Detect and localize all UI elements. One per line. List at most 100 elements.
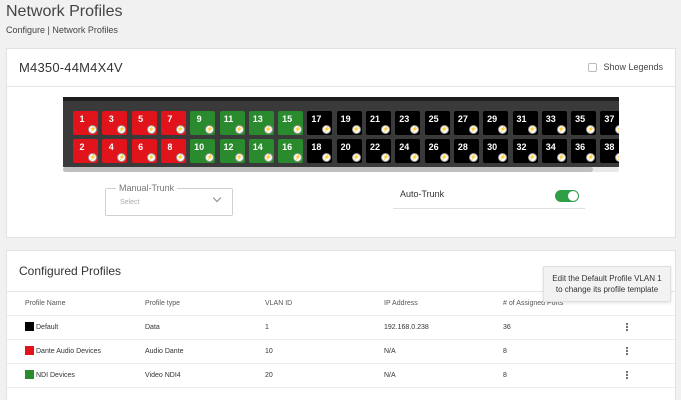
switch-card: M4350-44M4X4V Show Legends 1 ⚡ 3 ⚡ 5 ⚡ 7 ⚡ 9 ⚡ 11 ⚡… bbox=[6, 48, 676, 238]
chevron-down-icon bbox=[212, 193, 222, 203]
switch-port[interactable]: 10 ⚡ bbox=[190, 139, 216, 163]
more-options-icon[interactable] bbox=[625, 323, 629, 333]
column-header: Profile type bbox=[145, 300, 181, 307]
switch-port[interactable]: 23 ⚡ bbox=[395, 111, 421, 135]
switch-port[interactable]: 7 ⚡ bbox=[160, 111, 186, 135]
lightning-icon: ⚡ bbox=[293, 153, 303, 162]
port-number: 24 bbox=[399, 142, 410, 152]
switch-port[interactable]: 6 ⚡ bbox=[131, 139, 157, 163]
page-title: Network Profiles bbox=[6, 3, 123, 20]
port-number: 29 bbox=[487, 114, 498, 124]
switch-port[interactable]: 18 ⚡ bbox=[307, 139, 333, 163]
breadcrumb: Configure | Network Profiles bbox=[6, 25, 118, 35]
switch-port[interactable]: 26 ⚡ bbox=[424, 139, 450, 163]
ip-address: N/A bbox=[384, 372, 396, 379]
ip-address: N/A bbox=[384, 348, 396, 355]
port-number: 16 bbox=[282, 142, 293, 152]
port-number: 26 bbox=[428, 142, 439, 152]
switch-port[interactable]: 27 ⚡ bbox=[453, 111, 479, 135]
switch-port[interactable]: 25 ⚡ bbox=[424, 111, 450, 135]
switch-port[interactable]: 29 ⚡ bbox=[483, 111, 509, 135]
port-number: 23 bbox=[399, 114, 410, 124]
switch-port[interactable]: 22 ⚡ bbox=[366, 139, 391, 163]
column-header: VLAN ID bbox=[265, 300, 293, 307]
table-row[interactable]: NDI Devices Video NDI4 20 N/A 8 bbox=[7, 364, 675, 388]
switch-port[interactable]: 37⚡ bbox=[600, 111, 619, 135]
port-number: 7 bbox=[167, 114, 173, 124]
port-number: 2 bbox=[79, 142, 85, 152]
switch-port[interactable]: 11 ⚡ bbox=[219, 111, 245, 135]
port-number: 12 bbox=[223, 142, 234, 152]
lightning-icon: ⚡ bbox=[498, 153, 508, 162]
switch-port[interactable]: 13 ⚡ bbox=[248, 111, 274, 135]
lightning-icon: ⚡ bbox=[117, 125, 127, 134]
switch-port[interactable]: 34 ⚡ bbox=[541, 139, 567, 163]
more-options-icon[interactable] bbox=[625, 347, 629, 357]
lightning-icon: ⚡ bbox=[381, 153, 390, 162]
switch-port[interactable]: 36 ⚡ bbox=[571, 139, 597, 163]
switch-port[interactable]: 16 ⚡ bbox=[278, 139, 304, 163]
port-number: 31 bbox=[516, 114, 527, 124]
tooltip-line: Edit the Default Profile VLAN 1 bbox=[552, 274, 662, 283]
port-number: 11 bbox=[223, 114, 234, 124]
lightning-icon: ⚡ bbox=[263, 153, 273, 162]
switch-port[interactable]: 31 ⚡ bbox=[512, 111, 538, 135]
switch-port[interactable]: 14 ⚡ bbox=[248, 139, 274, 163]
switch-port[interactable]: 8 ⚡ bbox=[160, 139, 186, 163]
lightning-icon: ⚡ bbox=[381, 125, 390, 134]
default-profile-tooltip: Edit the Default Profile VLAN 1 to chang… bbox=[543, 266, 671, 302]
lightning-icon: ⚡ bbox=[146, 153, 156, 162]
vlan-id: 10 bbox=[265, 348, 273, 355]
switch-chassis: 1 ⚡ 3 ⚡ 5 ⚡ 7 ⚡ 9 ⚡ 11 ⚡ 13 ⚡ 15 ⚡ 17 ⚡ 19 ⚡ 21 ⚡ 23 ⚡ 25 ⚡ 27 ⚡ 29 ⚡… bbox=[63, 97, 619, 167]
switch-port[interactable]: 4 ⚡ bbox=[102, 139, 128, 163]
auto-trunk-toggle[interactable] bbox=[555, 190, 579, 202]
switch-port[interactable]: 19 ⚡ bbox=[336, 111, 362, 135]
lightning-icon: ⚡ bbox=[234, 153, 244, 162]
lightning-icon: ⚡ bbox=[146, 125, 156, 134]
chassis-scrollbar-thumb[interactable] bbox=[63, 167, 593, 172]
switch-port[interactable]: 35 ⚡ bbox=[571, 111, 597, 135]
switch-port[interactable]: 21 ⚡ bbox=[366, 111, 391, 135]
lightning-icon: ⚡ bbox=[439, 125, 449, 134]
lightning-icon: ⚡ bbox=[410, 153, 420, 162]
manual-trunk-select[interactable]: Manual-Trunk Select bbox=[105, 183, 233, 216]
switch-port[interactable]: 28 ⚡ bbox=[453, 139, 479, 163]
switch-port[interactable]: 15 ⚡ bbox=[278, 111, 304, 135]
switch-chassis-viewport: 1 ⚡ 3 ⚡ 5 ⚡ 7 ⚡ 9 ⚡ 11 ⚡ 13 ⚡ 15 ⚡ 17 ⚡ 19 ⚡ 21 ⚡ 23 ⚡ 25 ⚡ 27 ⚡ 29 ⚡… bbox=[63, 97, 619, 175]
port-number: 34 bbox=[545, 142, 556, 152]
show-legends-checkbox[interactable] bbox=[588, 62, 598, 72]
lightning-icon: ⚡ bbox=[586, 153, 596, 162]
profile-color-swatch bbox=[25, 346, 34, 355]
chassis-scrollbar[interactable] bbox=[63, 167, 619, 172]
switch-port[interactable]: 33 ⚡ bbox=[541, 111, 567, 135]
port-number: 13 bbox=[252, 114, 263, 124]
switch-port[interactable]: 24 ⚡ bbox=[395, 139, 421, 163]
table-row[interactable]: Dante Audio Devices Audio Dante 10 N/A 8 bbox=[7, 340, 675, 364]
profile-name: NDI Devices bbox=[36, 372, 75, 379]
switch-port[interactable]: 5 ⚡ bbox=[131, 111, 157, 135]
switch-port[interactable]: 9 ⚡ bbox=[190, 111, 216, 135]
show-legends-label: Show Legends bbox=[603, 62, 663, 72]
switch-port[interactable]: 30 ⚡ bbox=[483, 139, 509, 163]
port-number: 10 bbox=[194, 142, 205, 152]
port-number: 8 bbox=[167, 142, 173, 152]
show-legends-toggle[interactable]: Show Legends bbox=[588, 62, 663, 72]
more-options-icon[interactable] bbox=[625, 371, 629, 381]
lightning-icon: ⚡ bbox=[468, 125, 478, 134]
port-number: 25 bbox=[428, 114, 439, 124]
switch-port[interactable]: 3 ⚡ bbox=[102, 111, 128, 135]
switch-model-name: M4350-44M4X4V bbox=[19, 60, 123, 75]
switch-port[interactable]: 2 ⚡ bbox=[73, 139, 98, 163]
switch-port[interactable]: 12 ⚡ bbox=[219, 139, 245, 163]
lightning-icon: ⚡ bbox=[586, 125, 596, 134]
switch-port[interactable]: 38⚡ bbox=[600, 139, 619, 163]
switch-port[interactable]: 20 ⚡ bbox=[336, 139, 362, 163]
lightning-icon: ⚡ bbox=[615, 153, 619, 162]
switch-port[interactable]: 17 ⚡ bbox=[307, 111, 333, 135]
switch-port[interactable]: 32 ⚡ bbox=[512, 139, 538, 163]
auto-trunk-row: Auto-Trunk bbox=[393, 181, 585, 209]
lightning-icon: ⚡ bbox=[439, 153, 449, 162]
port-number: 38 bbox=[604, 142, 615, 152]
table-row[interactable]: Default Data 1 192.168.0.238 36 bbox=[7, 316, 675, 340]
switch-port[interactable]: 1 ⚡ bbox=[73, 111, 98, 135]
